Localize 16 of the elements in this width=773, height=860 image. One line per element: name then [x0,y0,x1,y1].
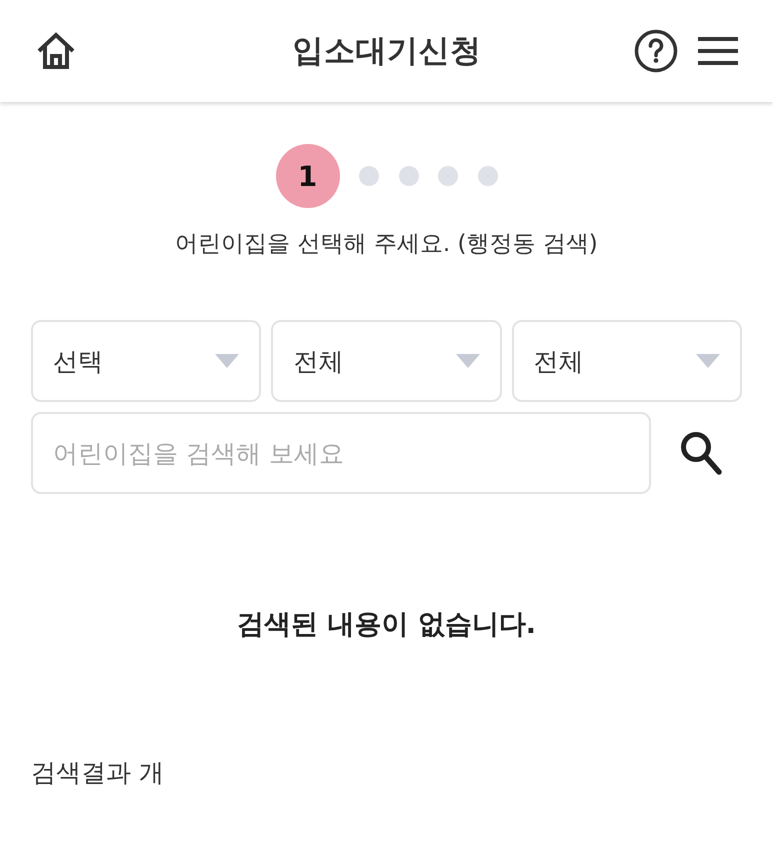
instruction-text: 어린이집을 선택해 주세요. (행정동 검색) [174,230,599,259]
search-field[interactable]: 어린이집을 검색해 보세요 [31,412,651,494]
header-title: 입소대기신청 [292,32,482,71]
caret-icon [696,354,720,368]
dropdown[interactable]: 선택 [31,320,262,402]
caret-icon [215,354,240,368]
result-count: 검색결과 개 [31,757,165,789]
dropdown[interactable]: 전체 [512,320,742,402]
home-icon[interactable] [36,32,76,70]
search-icon[interactable] [680,431,722,475]
caret-icon [456,354,480,368]
empty-message: 검색된 내용이 없습니다. [236,609,538,641]
dropdown[interactable]: 전체 [271,320,502,402]
current-step: 1 [276,144,340,208]
menu-icon[interactable] [698,37,738,65]
help-icon[interactable] [634,29,678,73]
